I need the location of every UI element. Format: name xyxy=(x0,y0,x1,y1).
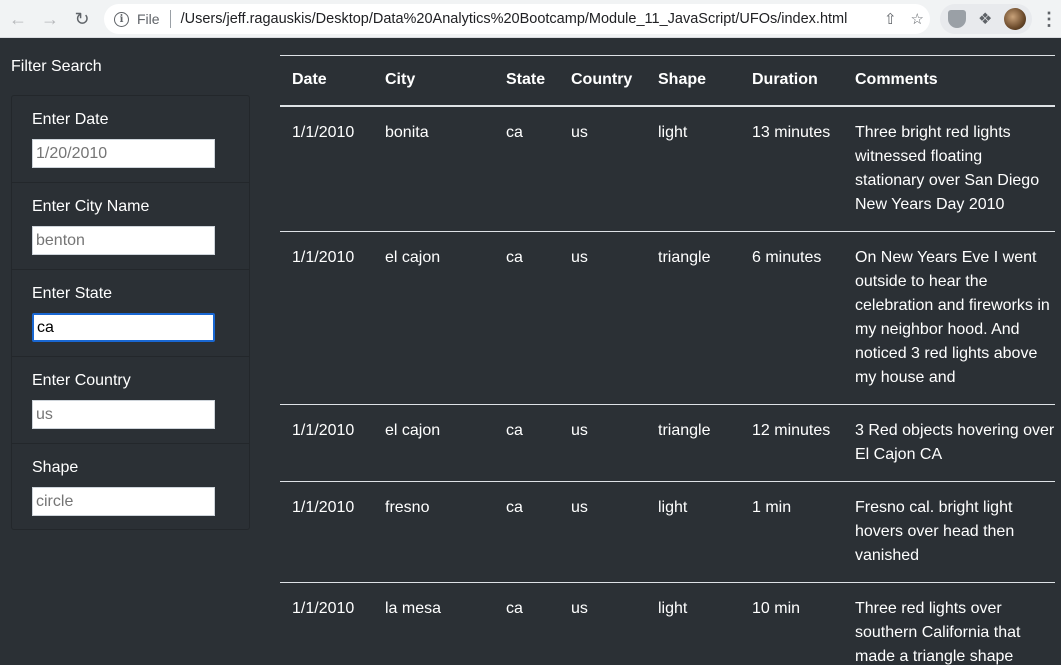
cell-comments: Three bright red lights witnessed floati… xyxy=(855,123,1040,213)
back-arrow-icon[interactable]: ← xyxy=(3,4,33,34)
cell-state: ca xyxy=(506,498,523,516)
table-row: 1/1/2010 el cajon ca us triangle 6 minut… xyxy=(280,231,1055,404)
cell-state: ca xyxy=(506,123,523,141)
cell-shape: light xyxy=(658,123,688,141)
address-separator xyxy=(169,10,171,28)
filter-item-city: Enter City Name xyxy=(12,183,249,270)
filter-item-shape: Shape xyxy=(12,444,249,531)
filter-item-state: Enter State xyxy=(12,270,249,357)
ufo-sightings-table: Date City State Country Shape Duration C… xyxy=(280,55,1055,665)
city-label: Enter City Name xyxy=(32,198,150,215)
url-text[interactable]: /Users/jeff.ragauskis/Desktop/Data%20Ana… xyxy=(181,11,848,27)
cell-city: el cajon xyxy=(385,421,441,439)
extensions-puzzle-icon[interactable]: ❖ xyxy=(978,9,992,29)
shape-label: Shape xyxy=(32,459,79,476)
cell-date: 1/1/2010 xyxy=(292,498,355,516)
table-row: 1/1/2010 fresno ca us light 1 min Fresno… xyxy=(280,481,1055,582)
cell-shape: light xyxy=(658,498,688,516)
browser-toolbar: ← → ↻ i File /Users/jeff.ragauskis/Deskt… xyxy=(0,0,1061,38)
reload-icon[interactable]: ↻ xyxy=(67,4,97,34)
cell-comments: Three red lights over southern Californi… xyxy=(855,599,1021,665)
table-row: 1/1/2010 la mesa ca us light 10 min Thre… xyxy=(280,582,1055,665)
header-country: Country xyxy=(571,71,633,89)
extensions-area: ❖ xyxy=(940,4,1032,34)
table-row: 1/1/2010 el cajon ca us triangle 12 minu… xyxy=(280,404,1055,481)
state-label: Enter State xyxy=(32,285,113,302)
header-duration: Duration xyxy=(752,71,818,89)
cell-state: ca xyxy=(506,599,523,617)
cell-duration: 12 minutes xyxy=(752,421,831,439)
cell-country: us xyxy=(571,123,588,141)
ufo-table-container: Date City State Country Shape Duration C… xyxy=(280,55,1061,665)
shield-extension-icon[interactable] xyxy=(948,10,966,28)
more-menu-icon[interactable]: ⋮ xyxy=(1040,4,1058,34)
cell-date: 1/1/2010 xyxy=(292,421,355,439)
city-input[interactable] xyxy=(32,226,215,255)
cell-date: 1/1/2010 xyxy=(292,599,355,617)
header-date: Date xyxy=(292,71,327,89)
profile-avatar[interactable] xyxy=(1004,8,1027,30)
filter-search-title: Filter Search xyxy=(11,58,102,75)
cell-country: us xyxy=(571,421,588,439)
table-row: 1/1/2010 bonita ca us light 13 minutes T… xyxy=(280,106,1055,231)
cell-country: us xyxy=(571,248,588,266)
header-row: Date City State Country Shape Duration C… xyxy=(280,55,1055,106)
cell-duration: 10 min xyxy=(752,599,801,617)
shape-input[interactable] xyxy=(32,487,215,516)
state-input[interactable] xyxy=(32,313,215,342)
bookmark-star-icon[interactable]: ☆ xyxy=(911,10,924,28)
cell-duration: 6 minutes xyxy=(752,248,822,266)
header-comments: Comments xyxy=(855,71,938,89)
cell-shape: triangle xyxy=(658,421,711,439)
cell-city: fresno xyxy=(385,498,430,516)
cell-city: bonita xyxy=(385,123,429,141)
table-header: Date City State Country Shape Duration C… xyxy=(280,55,1055,106)
cell-state: ca xyxy=(506,248,523,266)
header-shape: Shape xyxy=(658,71,707,89)
cell-shape: triangle xyxy=(658,248,711,266)
address-bar[interactable]: i File /Users/jeff.ragauskis/Desktop/Dat… xyxy=(104,4,930,34)
share-icon[interactable]: ⇧ xyxy=(884,10,897,28)
cell-state: ca xyxy=(506,421,523,439)
date-input[interactable] xyxy=(32,139,215,168)
cell-comments: On New Years Eve I went outside to hear … xyxy=(855,248,1050,386)
cell-city: el cajon xyxy=(385,248,441,266)
forward-arrow-icon[interactable]: → xyxy=(35,4,65,34)
header-state: State xyxy=(506,71,546,89)
cell-duration: 1 min xyxy=(752,498,792,516)
cell-duration: 13 minutes xyxy=(752,123,831,141)
cell-date: 1/1/2010 xyxy=(292,123,355,141)
date-label: Enter Date xyxy=(32,111,109,128)
filter-item-country: Enter Country xyxy=(12,357,249,444)
filter-item-date: Enter Date xyxy=(12,96,249,183)
cell-shape: light xyxy=(658,599,688,617)
header-city: City xyxy=(385,71,416,89)
cell-comments: 3 Red objects hovering over El Cajon CA xyxy=(855,421,1055,463)
cell-country: us xyxy=(571,599,588,617)
country-label: Enter Country xyxy=(32,372,131,389)
table-body: 1/1/2010 bonita ca us light 13 minutes T… xyxy=(280,106,1055,665)
scheme-label: File xyxy=(137,11,160,27)
filter-panel: Enter Date Enter City Name Enter State E… xyxy=(11,95,250,530)
cell-city: la mesa xyxy=(385,599,442,617)
cell-comments: Fresno cal. bright light hovers over hea… xyxy=(855,498,1015,564)
cell-date: 1/1/2010 xyxy=(292,248,355,266)
country-input[interactable] xyxy=(32,400,215,429)
info-icon[interactable]: i xyxy=(114,11,129,27)
cell-country: us xyxy=(571,498,588,516)
